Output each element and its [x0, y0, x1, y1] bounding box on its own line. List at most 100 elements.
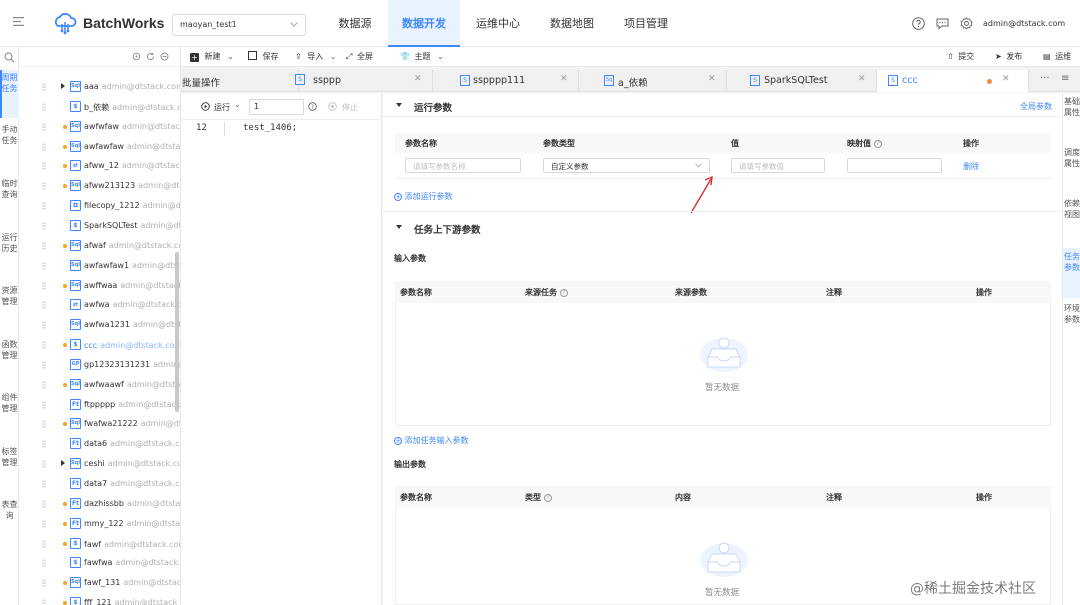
tree-item-dazhissbb[interactable]: Ftdazhissbbadmin@dtstack.	[19, 494, 180, 514]
tree-item-ccc[interactable]: $cccadmin@dtstack.com 锁	[19, 335, 180, 355]
tab-env-params[interactable]: 环境参数	[1063, 304, 1080, 348]
tabs-menu-icon[interactable]: ≡	[1061, 73, 1069, 84]
tree-item-awffwaa[interactable]: Sqlawffwaaadmin@dtstack.c	[19, 276, 180, 296]
ops-button[interactable]: ▤ 运维	[1043, 51, 1071, 62]
tree-item-data7[interactable]: Ftdata7admin@dtstack.com	[19, 474, 180, 494]
drag-handle-icon[interactable]	[42, 281, 46, 290]
submit-button[interactable]: ⇧ 提交	[947, 51, 974, 62]
drag-handle-icon[interactable]	[42, 360, 46, 369]
drag-handle-icon[interactable]	[42, 182, 46, 191]
run-count-input[interactable]: 1	[249, 99, 304, 115]
drag-handle-icon[interactable]	[42, 142, 46, 151]
help-icon[interactable]: ?	[308, 102, 317, 111]
code-line[interactable]: test_1406;	[243, 123, 297, 133]
drag-handle-icon[interactable]	[42, 380, 46, 389]
drag-handle-icon[interactable]	[42, 122, 46, 131]
run-params-header[interactable]: 运行参数 全局参数	[383, 93, 1063, 117]
add-run-param-link[interactable]: + 添加运行参数	[394, 191, 453, 202]
more-tabs-icon[interactable]: ···	[1040, 73, 1050, 84]
tree-item-fff_121[interactable]: $ fff_121 admin@dtstack	[19, 593, 180, 605]
lnav-component-management[interactable]: 组件管理	[0, 393, 19, 435]
tree-item-awfwa[interactable]: ⇄awfwaadmin@dtstack.com	[19, 295, 180, 315]
tree-item-filecopy_1212[interactable]: ⧉filecopy_1212admin@dtsta	[19, 196, 180, 216]
help-icon[interactable]: ?	[560, 289, 568, 297]
nav-data-map[interactable]: 数据地图	[540, 0, 604, 46]
theme-button[interactable]: 👕 主题 ⌄	[400, 51, 444, 62]
tab-a-dependency[interactable]: Sq a_依赖 ✕	[579, 70, 727, 92]
tree-item-afww_12[interactable]: ⇄afww_12admin@dtstack.c	[19, 156, 180, 176]
drag-handle-icon[interactable]	[42, 321, 46, 330]
lnav-table-query[interactable]: 表查询	[0, 500, 19, 534]
tree-item-awfwa1231[interactable]: Sqlawfwa1231admin@dtstack.c	[19, 315, 180, 335]
project-select[interactable]: maoyan_test1	[172, 14, 306, 36]
tab-schedule-properties[interactable]: 调度属性	[1063, 148, 1080, 192]
drag-handle-icon[interactable]	[42, 499, 46, 508]
help-icon[interactable]: ?	[544, 494, 552, 502]
stop-icon[interactable]	[328, 102, 337, 111]
tree-item-fawfwa[interactable]: $fawfwaadmin@dtstack.com	[19, 553, 180, 573]
drag-handle-icon[interactable]	[42, 579, 46, 588]
tree-item-fawf_131[interactable]: Sqlfawf_131admin@dtstack.c	[19, 573, 180, 593]
new-button[interactable]: + 新建 ⌄	[190, 51, 234, 62]
tree-item-afww213123[interactable]: Sqlafww213123admin@dtst	[19, 176, 180, 196]
param-value-input[interactable]: 请填写参数值	[731, 158, 825, 173]
tree-item-aaa[interactable]: Sql aaa admin@dtstack.com	[19, 77, 180, 97]
tab-basic-properties[interactable]: 基础属性	[1063, 97, 1080, 141]
upstream-params-header[interactable]: 任务上下游参数	[383, 215, 1063, 239]
lnav-manual-tasks[interactable]: 手动任务	[0, 125, 19, 167]
nav-project-management[interactable]: 项目管理	[614, 0, 678, 46]
lnav-run-history[interactable]: 运行历史	[0, 233, 19, 275]
close-icon[interactable]: ✕	[560, 74, 568, 84]
collapse-all-icon[interactable]	[160, 52, 169, 61]
drag-handle-icon[interactable]	[42, 559, 46, 568]
global-params-link[interactable]: 全局参数	[1020, 101, 1052, 112]
tab-dependency-view[interactable]: 依赖视图	[1063, 199, 1080, 243]
drag-handle-icon[interactable]	[42, 301, 46, 310]
message-icon[interactable]	[936, 17, 949, 30]
tab-sspppp111[interactable]: S sspppp111 ✕	[433, 70, 579, 92]
tree-item-awfwfaw[interactable]: Sqlawfwfawadmin@dtstack.c	[19, 117, 180, 137]
tree-item-ftppppp[interactable]: Ftftpppppadmin@dtstack.com	[19, 395, 180, 415]
tab-batch-operation[interactable]: 批量操作	[181, 70, 299, 92]
refresh-icon[interactable]	[146, 52, 155, 61]
run-play-icon[interactable]	[201, 102, 210, 111]
drag-handle-icon[interactable]	[42, 162, 46, 171]
lnav-adhoc-query[interactable]: 临时查询	[0, 179, 19, 221]
import-button[interactable]: ⇪ 导入 ⌄	[295, 51, 337, 62]
close-icon[interactable]: ✕	[1002, 74, 1010, 84]
tree-item-data6[interactable]: Ftdata6admin@dtstack.com	[19, 434, 180, 454]
drag-handle-icon[interactable]	[42, 102, 46, 111]
tree-item-mmy_122[interactable]: Ftmmy_122admin@dtstack.c	[19, 514, 180, 534]
tree-item-awfawfaw[interactable]: Sqlawfawfawadmin@dtstack.c	[19, 137, 180, 157]
expand-arrow-icon[interactable]	[61, 83, 65, 89]
expand-arrow-icon[interactable]	[61, 460, 65, 467]
drag-handle-icon[interactable]	[42, 83, 46, 91]
param-name-input[interactable]: 请填写参数名称	[405, 158, 521, 173]
nav-ops-center[interactable]: 运维中心	[466, 0, 530, 46]
run-label[interactable]: 运行	[214, 102, 230, 113]
drag-handle-icon[interactable]	[42, 261, 46, 270]
tree-item-afwaf[interactable]: Sqlafwafadmin@dtstack.com	[19, 236, 180, 256]
help-icon[interactable]: ?	[874, 140, 882, 148]
add-input-param-link[interactable]: + 添加任务输入参数	[394, 435, 469, 446]
settings-gear-icon[interactable]	[960, 17, 973, 30]
tab-ccc[interactable]: S ccc ✕	[877, 70, 1029, 92]
lnav-tag-management[interactable]: 标签管理	[0, 447, 19, 489]
delete-param-link[interactable]: 删除	[963, 161, 979, 172]
close-icon[interactable]: ✕	[858, 74, 866, 84]
tab-task-params[interactable]: 任务参数	[1063, 248, 1080, 298]
drag-handle-icon[interactable]	[42, 480, 46, 488]
tree-item-gp12323131231[interactable]: GPgp12323131231admin@dts	[19, 355, 180, 375]
mapped-value-input[interactable]	[847, 158, 942, 173]
drag-handle-icon[interactable]	[42, 519, 46, 528]
drag-handle-icon[interactable]	[42, 400, 46, 409]
chevron-down-icon[interactable]: ⌄	[234, 100, 241, 109]
close-icon[interactable]: ✕	[414, 74, 422, 84]
drag-handle-icon[interactable]	[42, 241, 46, 250]
tree-item-b_依赖[interactable]: $b_依赖admin@dtstack.com	[19, 97, 180, 117]
tree-scrollbar[interactable]	[175, 252, 179, 412]
tree-item-fawf[interactable]: $fawfadmin@dtstack.com 锁	[19, 534, 180, 554]
tree-item-SparkSQLTest[interactable]: $SparkSQLTestadmin@dtst	[19, 216, 180, 236]
lnav-resource-management[interactable]: 资源管理	[0, 286, 19, 328]
drag-handle-icon[interactable]	[42, 420, 46, 429]
